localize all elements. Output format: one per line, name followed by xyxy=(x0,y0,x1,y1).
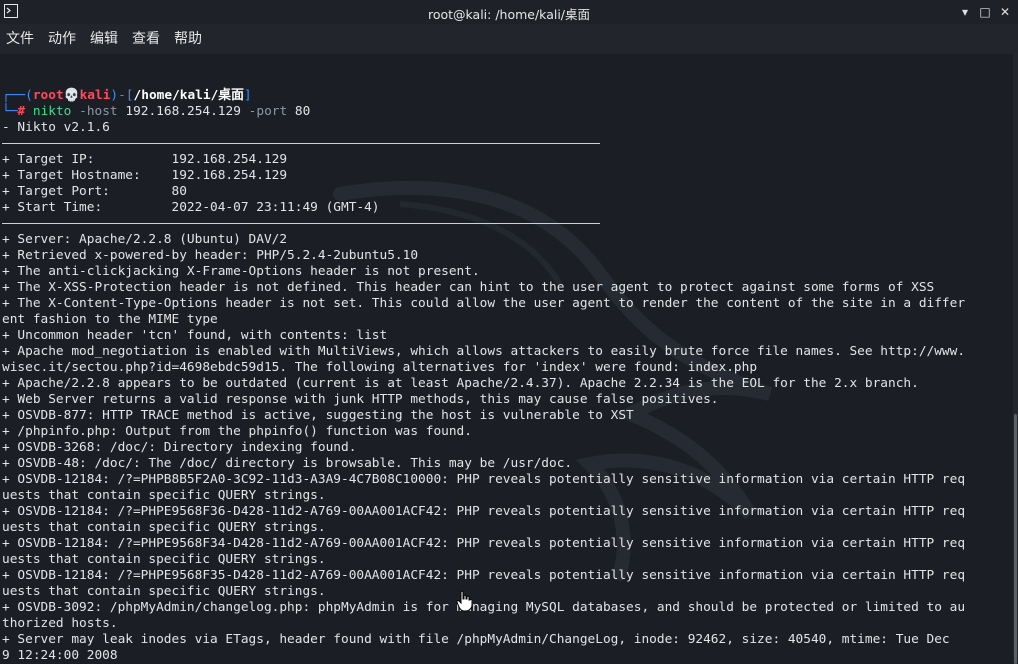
window-title: root@kali: /home/kali/桌面 xyxy=(427,7,591,22)
output-line: + Uncommon header 'tcn' found, with cont… xyxy=(2,328,388,343)
mouse-pointer-icon xyxy=(456,590,472,612)
terminal-area[interactable]: ┌──(root💀kali)-[/home/kali/桌面] └─# nikto… xyxy=(0,54,1013,664)
menu-bar: 文件 动作 编辑 查看 帮助 xyxy=(0,24,1018,54)
output-line: ent fashion to the MIME type xyxy=(2,312,218,327)
output-line: 9 12:24:00 2008 xyxy=(2,648,118,663)
prompt-host: kali xyxy=(79,88,111,103)
menu-file[interactable]: 文件 xyxy=(6,24,34,54)
output-line: + OSVDB-12184: /?=PHPB8B5F2A0-3C92-11d3-… xyxy=(2,472,966,487)
title-bar: root@kali: /home/kali/桌面 ▾ □ ✕ xyxy=(0,0,1018,24)
command-flag-host: -host xyxy=(79,104,118,119)
output-line: + OSVDB-12184: /?=PHPE9568F35-D428-11d2-… xyxy=(2,568,966,583)
output-line: + The anti-clickjacking X-Frame-Options … xyxy=(2,264,480,279)
prompt-path: /home/kali/桌面 xyxy=(133,88,244,103)
output-line: + The X-Content-Type-Options header is n… xyxy=(2,296,966,311)
output-line: uests that contain specific QUERY string… xyxy=(2,552,326,567)
output-line: + Web Server returns a valid response wi… xyxy=(2,392,719,407)
separator-rule xyxy=(2,143,600,144)
output-line: + Target Port: 80 xyxy=(2,184,187,199)
minimize-icon: ▾ xyxy=(961,5,969,19)
output-line: thorized hosts. xyxy=(2,616,118,631)
output-line: + Apache/2.2.8 appears to be outdated (c… xyxy=(2,376,919,391)
output-line: uests that contain specific QUERY string… xyxy=(2,584,326,599)
close-button[interactable]: ✕ xyxy=(996,3,1014,21)
output-line: + /phpinfo.php: Output from the phpinfo(… xyxy=(2,424,472,439)
prompt-deco-2: └─ xyxy=(2,104,18,119)
command-name: nikto xyxy=(32,104,72,119)
prompt-user: root xyxy=(32,88,64,103)
command-flag-port: -port xyxy=(248,104,288,119)
output-line: + OSVDB-12184: /?=PHPE9568F34-D428-11d2-… xyxy=(2,536,966,551)
terminal-scrollbar[interactable] xyxy=(1013,54,1018,664)
prompt-line: ┌──(root💀kali)-[/home/kali/桌面] xyxy=(2,88,252,104)
output-line: + OSVDB-877: HTTP TRACE method is active… xyxy=(2,408,634,423)
menu-action[interactable]: 动作 xyxy=(48,24,76,54)
prompt-deco-mid: )-[ xyxy=(110,88,134,103)
close-icon: ✕ xyxy=(999,5,1011,19)
output-line: uests that contain specific QUERY string… xyxy=(2,520,326,535)
command-port: 80 xyxy=(294,104,311,119)
output-line: + The X-XSS-Protection header is not def… xyxy=(2,280,935,295)
minimize-button[interactable]: ▾ xyxy=(956,3,974,21)
output-line: + Target IP: 192.168.254.129 xyxy=(2,152,288,167)
output-line: wisec.it/sectou.php?id=4698ebdc59d15. Th… xyxy=(2,360,758,375)
output-line: + Start Time: 2022-04-07 23:11:49 (GMT-4… xyxy=(2,200,380,215)
output-line: + Target Hostname: 192.168.254.129 xyxy=(2,168,288,183)
output-line: + OSVDB-48: /doc/: The /doc/ directory i… xyxy=(2,456,573,471)
output-line: + OSVDB-12184: /?=PHPE9568F36-D428-11d2-… xyxy=(2,504,966,519)
output-line: + Server may leak inodes via ETags, head… xyxy=(2,632,950,647)
output-line: + Retrieved x-powered-by header: PHP/5.2… xyxy=(2,248,419,263)
output-line: uests that contain specific QUERY string… xyxy=(2,488,326,503)
menu-view[interactable]: 查看 xyxy=(132,24,160,54)
scrollbar-thumb[interactable] xyxy=(1014,414,1017,664)
menu-help[interactable]: 帮助 xyxy=(174,24,202,54)
output-line: + Server: Apache/2.2.8 (Ubuntu) DAV/2 xyxy=(2,232,288,247)
skull-icon: 💀 xyxy=(63,88,80,103)
command-line: └─# nikto -host 192.168.254.129 -port 80 xyxy=(2,104,310,120)
separator-rule xyxy=(2,223,600,224)
output-line: + OSVDB-3268: /doc/: Directory indexing … xyxy=(2,440,357,455)
maximize-icon: □ xyxy=(979,5,991,19)
prompt-deco: ┌──( xyxy=(2,88,33,103)
command-ip: 192.168.254.129 xyxy=(125,104,241,119)
output-line: - Nikto v2.1.6 xyxy=(2,120,110,135)
prompt-deco-close: ] xyxy=(243,88,252,103)
prompt-hash: # xyxy=(17,104,26,119)
maximize-button[interactable]: □ xyxy=(976,3,994,21)
output-line: + OSVDB-3092: /phpMyAdmin/changelog.php:… xyxy=(2,600,966,615)
menu-edit[interactable]: 编辑 xyxy=(90,24,118,54)
output-line: + Apache mod_negotiation is enabled with… xyxy=(2,344,966,359)
